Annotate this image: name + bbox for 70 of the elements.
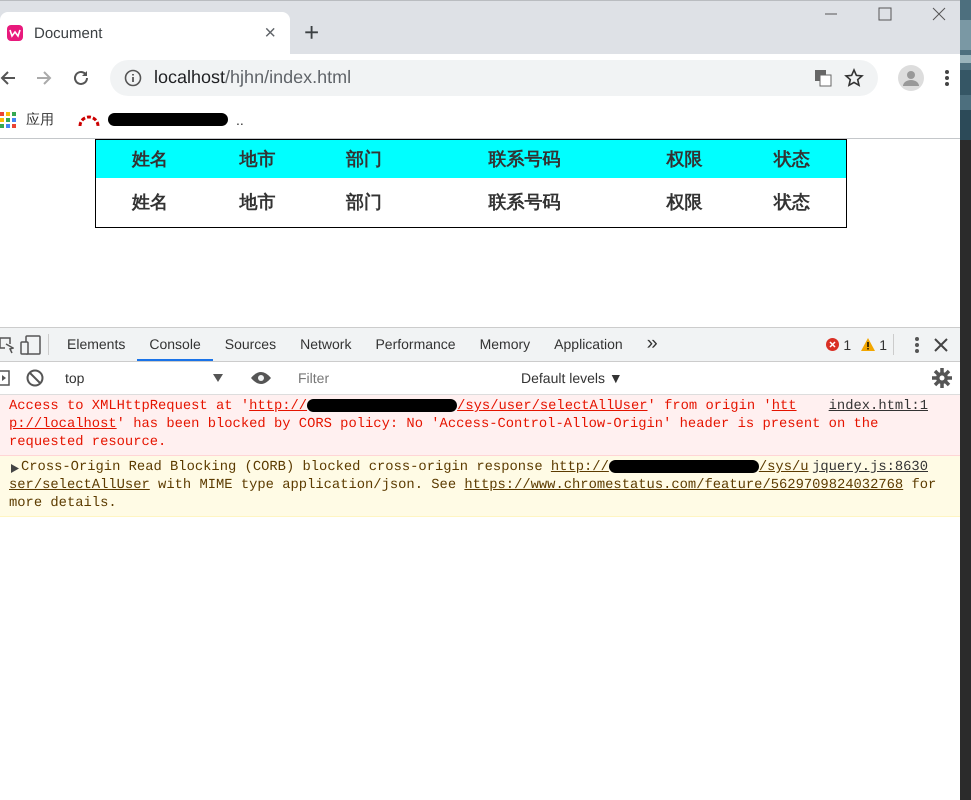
translate-icon[interactable] xyxy=(814,68,832,86)
warning-icon xyxy=(861,338,876,351)
console-link[interactable]: http:// /sys/user/selectAllUser xyxy=(249,399,648,414)
console-link[interactable]: https://www.chromestatus.com/feature/5629709824032768 xyxy=(464,478,904,493)
sidebar-toggle-icon[interactable] xyxy=(0,370,10,386)
bookmark-label[interactable]: 应用 xyxy=(26,110,54,128)
info-icon xyxy=(124,68,142,86)
console-message-line: ser/selectAllUser with MIME type application/json. See https://www.chromestatus.com/feature/5629709824032768 for xyxy=(9,477,936,495)
menu-icon[interactable] xyxy=(944,68,950,86)
devtools-tab[interactable]: Network xyxy=(288,328,364,361)
table-cell: 状态 xyxy=(738,178,846,228)
more-tabs-button[interactable]: » xyxy=(634,328,670,361)
back-arrow-icon[interactable] xyxy=(0,70,16,86)
console-link[interactable]: htt xyxy=(772,399,797,414)
column-header: 姓名 xyxy=(96,140,204,178)
site-icon xyxy=(6,24,24,42)
devtools-tab[interactable]: Console xyxy=(137,328,213,361)
console-message-line: p://localhost' has been blocked by CORS policy: No 'Access-Control-Allow-Origin' header is present on the xyxy=(9,416,878,434)
dropdown-arrow-icon[interactable] xyxy=(213,374,223,382)
console-link[interactable]: p://localhost xyxy=(9,417,117,432)
reload-icon[interactable] xyxy=(72,68,90,86)
browser-tab[interactable]: Document × xyxy=(0,12,290,54)
warning-count: 1 xyxy=(879,336,887,352)
tab-close-button[interactable]: × xyxy=(264,22,276,44)
clear-console-icon[interactable] xyxy=(26,369,44,387)
devtools-tab[interactable]: Memory xyxy=(468,328,542,361)
context-dropdown[interactable]: top xyxy=(65,370,229,386)
console-message-line: Cross-Origin Read Blocking (CORB) blocked cross-origin response http:// /sys/u xyxy=(21,459,809,477)
address-bar[interactable]: localhost/hjhn/index.html xyxy=(110,60,878,96)
table-cell: 地市 xyxy=(204,178,311,228)
source-link[interactable]: index.html:1 xyxy=(828,398,928,416)
star-icon[interactable] xyxy=(844,68,864,88)
devtools-tab[interactable]: Application xyxy=(542,328,635,361)
close-icon[interactable] xyxy=(934,338,948,352)
column-header: 联系号码 xyxy=(418,140,632,178)
table-cell: 权限 xyxy=(631,178,738,228)
devtools-tab[interactable]: Performance xyxy=(363,328,468,361)
error-count: 1 xyxy=(843,336,852,352)
apps-grid-icon[interactable] xyxy=(0,112,16,128)
devtools-tab[interactable]: Elements xyxy=(55,328,138,361)
devtools-tab[interactable]: Sources xyxy=(212,328,288,361)
inspect-icon[interactable] xyxy=(0,336,14,354)
console-message-line: requested resource. xyxy=(9,434,166,452)
device-toolbar-icon[interactable] xyxy=(20,334,42,354)
close-icon[interactable] xyxy=(932,7,946,21)
settings-icon[interactable] xyxy=(932,368,952,388)
column-header: 权限 xyxy=(631,140,738,178)
bookmark-label[interactable]: .. xyxy=(236,112,244,128)
log-levels-dropdown[interactable]: Default levels ▼ xyxy=(521,370,623,386)
console-link[interactable]: http:// /sys/u xyxy=(550,460,809,475)
kebab-menu-icon[interactable] xyxy=(914,336,920,354)
expand-triangle-icon[interactable] xyxy=(11,464,19,473)
console-message-line: more details. xyxy=(9,495,117,513)
column-header: 状态 xyxy=(738,140,846,178)
arch-icon xyxy=(78,112,100,126)
url-text: localhost/hjhn/index.html xyxy=(154,67,352,88)
console-message-line: Access to XMLHttpRequest at 'http:// /sys/user/selectAllUser' from origin 'htt xyxy=(9,398,797,416)
console-link[interactable]: ser/selectAllUser xyxy=(9,478,150,493)
column-header: 地市 xyxy=(204,140,311,178)
table-cell: 联系号码 xyxy=(418,178,632,228)
maximize-icon[interactable] xyxy=(878,7,892,21)
avatar-icon[interactable] xyxy=(898,64,924,90)
tab-title: Document xyxy=(34,24,104,42)
column-header: 部门 xyxy=(310,140,418,178)
table-cell: 姓名 xyxy=(96,178,204,228)
eye-icon[interactable] xyxy=(250,371,272,385)
table-cell: 部门 xyxy=(310,178,418,228)
source-link[interactable]: jquery.js:8630 xyxy=(812,459,928,477)
new-tab-button[interactable]: + xyxy=(304,17,320,48)
error-icon xyxy=(826,338,840,351)
